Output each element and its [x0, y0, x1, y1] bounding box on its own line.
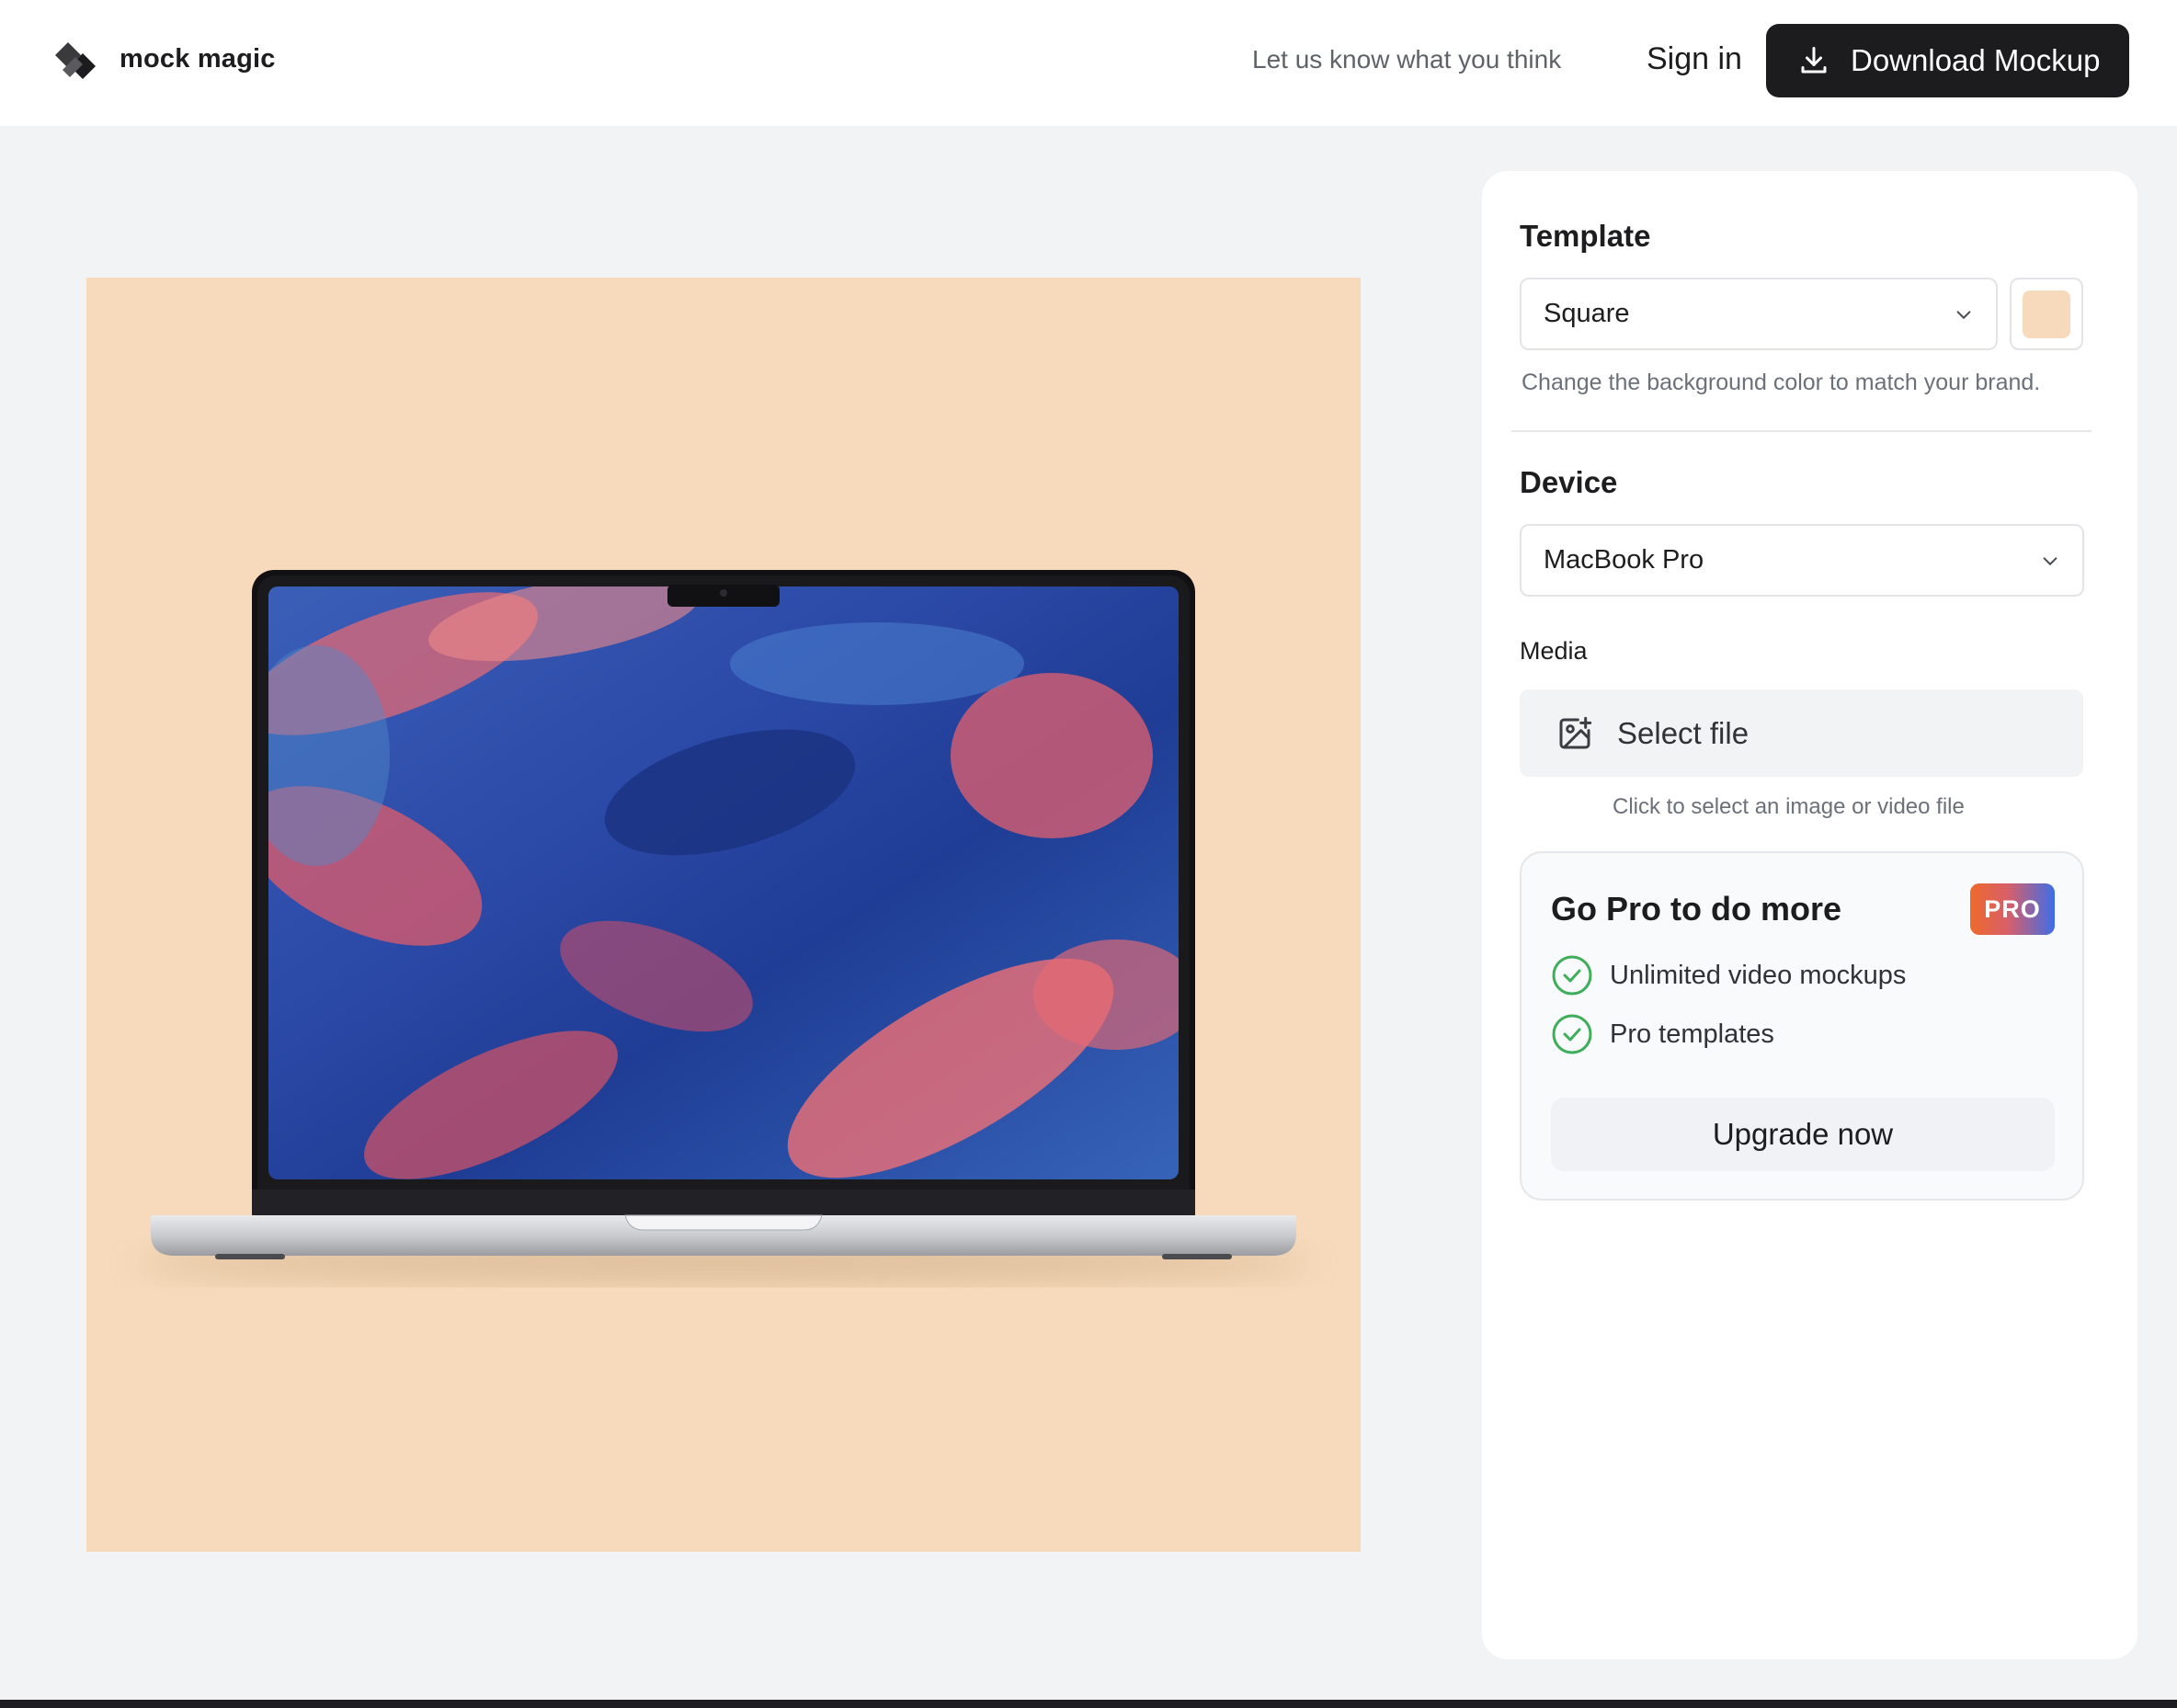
- pro-feature-label: Pro templates: [1610, 1019, 1774, 1049]
- template-hint: Change the background color to match you…: [1522, 370, 2041, 395]
- pro-feature-label: Unlimited video mockups: [1610, 960, 1907, 990]
- download-icon: [1801, 47, 1827, 74]
- download-mockup-button[interactable]: Download Mockup: [1766, 24, 2129, 97]
- template-select-value: Square: [1544, 299, 1630, 328]
- feedback-link[interactable]: Let us know what you think: [1252, 45, 1561, 74]
- sign-in-link[interactable]: Sign in: [1647, 41, 1742, 77]
- device-select-value: MacBook Pro: [1544, 545, 1704, 575]
- go-pro-title: Go Pro to do more: [1551, 890, 1842, 928]
- mockup-canvas: [86, 278, 1361, 1552]
- download-mockup-label: Download Mockup: [1851, 43, 2101, 77]
- window-bottom-edge: [0, 1700, 2177, 1708]
- device-section-title: Device: [1520, 465, 1618, 499]
- media-label: Media: [1520, 637, 1588, 665]
- chevron-down-icon: [1956, 311, 1971, 319]
- check-circle-icon: [1552, 955, 1592, 996]
- image-add-icon: [1559, 716, 1592, 748]
- pro-feature-item: Unlimited video mockups: [1551, 954, 1906, 996]
- upgrade-now-button[interactable]: Upgrade now: [1551, 1098, 2055, 1171]
- select-file-button[interactable]: Select file: [1520, 689, 2083, 777]
- brand-name[interactable]: mock magic: [120, 44, 276, 74]
- device-select[interactable]: MacBook Pro: [1520, 524, 2084, 597]
- macbook-pro-mockup: [135, 570, 1312, 1283]
- pro-feature-item: Pro templates: [1551, 1013, 1774, 1055]
- template-select[interactable]: Square: [1520, 278, 1998, 350]
- background-color-picker[interactable]: [2010, 278, 2083, 350]
- top-header: mock magic Let us know what you think Si…: [0, 0, 2177, 126]
- color-swatch: [2023, 290, 2070, 338]
- template-section-title: Template: [1520, 219, 1651, 253]
- settings-panel: Template Square Change the background co…: [1482, 171, 2137, 1659]
- go-pro-card: Go Pro to do more PRO Unlimited video mo…: [1520, 851, 2084, 1201]
- select-file-label: Select file: [1617, 715, 1750, 750]
- media-hint: Click to select an image or video file: [1613, 794, 1965, 819]
- chevron-down-icon: [2043, 557, 2057, 565]
- section-divider: [1511, 430, 2092, 432]
- check-circle-icon: [1552, 1014, 1592, 1054]
- pro-badge: PRO: [1970, 883, 2055, 935]
- mock-magic-logo-icon[interactable]: [51, 39, 99, 83]
